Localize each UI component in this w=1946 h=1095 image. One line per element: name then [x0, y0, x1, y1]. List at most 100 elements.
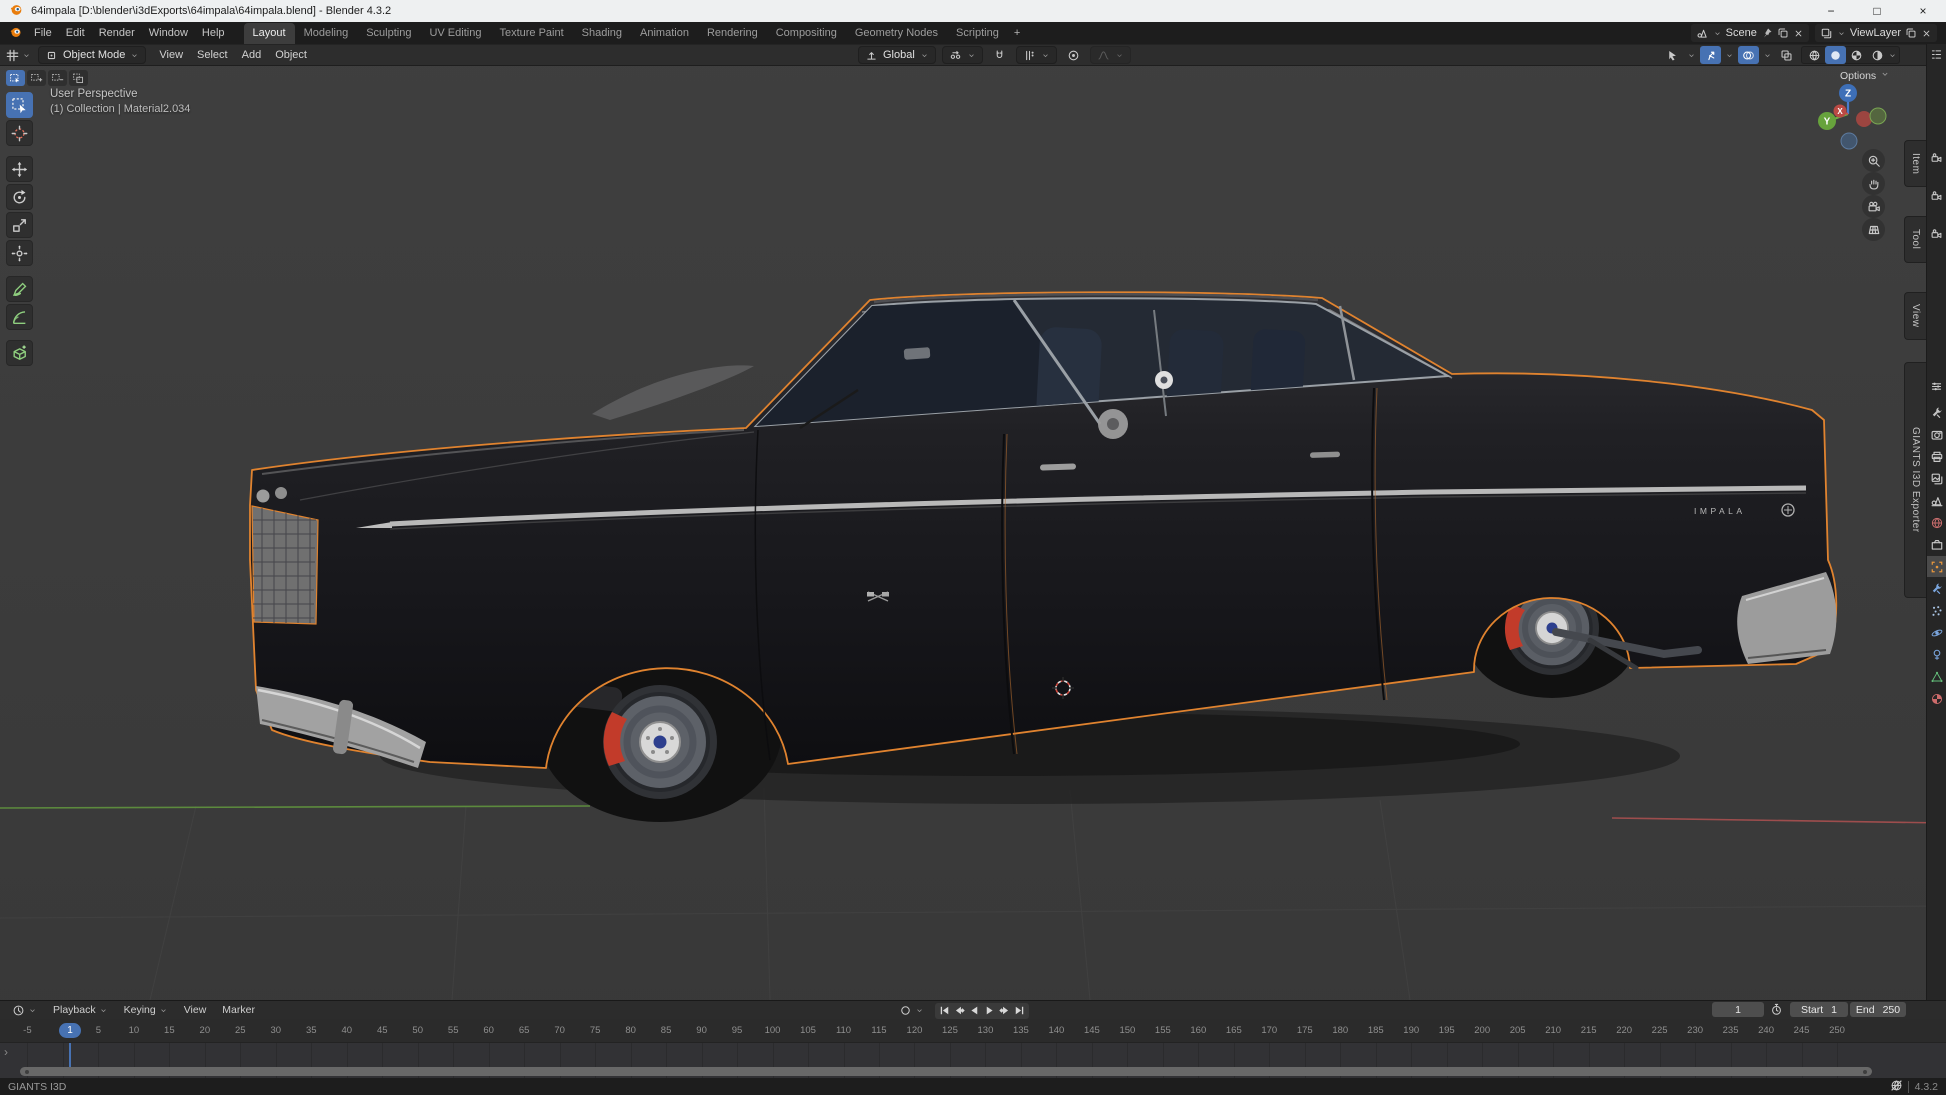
- current-frame-field[interactable]: 1: [1712, 1002, 1764, 1017]
- properties-tab-object-data[interactable]: [1930, 670, 1944, 687]
- maximize-button[interactable]: □: [1854, 0, 1900, 22]
- workspace-tab-shading[interactable]: Shading: [573, 23, 631, 44]
- nav-pan-button[interactable]: [1862, 172, 1885, 195]
- show-gizmo-toggle[interactable]: [1700, 46, 1721, 64]
- viewport-menu-select[interactable]: Select: [191, 47, 234, 63]
- shading-rendered-button[interactable]: [1867, 46, 1888, 64]
- transport-play-reverse[interactable]: [967, 1004, 982, 1018]
- timeline-ruler[interactable]: -551015202530354045505560657075808590951…: [0, 1019, 1946, 1043]
- tool-add-cube[interactable]: [6, 340, 33, 366]
- sidebar-tab-tool[interactable]: Tool: [1904, 216, 1926, 263]
- editor-type-button[interactable]: [5, 48, 31, 63]
- select-mode-intersect[interactable]: [69, 70, 88, 86]
- properties-editor-icon[interactable]: [1930, 380, 1943, 396]
- gizmo-neg-y-axis[interactable]: [1870, 108, 1886, 124]
- gizmo-neg-z-axis[interactable]: [1841, 133, 1857, 149]
- properties-tab-tool[interactable]: [1930, 406, 1944, 423]
- properties-tab-particles[interactable]: [1930, 604, 1944, 621]
- nav-zoom-button[interactable]: [1862, 149, 1885, 172]
- proportional-falloff-selector[interactable]: [1090, 46, 1131, 64]
- nav-grid-button[interactable]: [1862, 218, 1885, 241]
- minimize-button[interactable]: −: [1808, 0, 1854, 22]
- transport-jump-to-end[interactable]: [1012, 1004, 1027, 1018]
- transport-next-keyframe[interactable]: [997, 1004, 1012, 1018]
- outliner-item-camera[interactable]: [1930, 190, 1943, 206]
- frame-end-field[interactable]: End 250: [1850, 1002, 1906, 1017]
- transport-jump-to-start[interactable]: [937, 1004, 952, 1018]
- transport-play[interactable]: [982, 1004, 997, 1018]
- properties-tab-constraints[interactable]: [1930, 648, 1944, 665]
- workspace-tab-layout[interactable]: Layout: [244, 23, 295, 44]
- timeline-menu-playback[interactable]: Playback: [46, 1002, 115, 1018]
- auto-keying-button[interactable]: [892, 1002, 931, 1019]
- menu-file[interactable]: File: [27, 24, 59, 42]
- workspace-tab-animation[interactable]: Animation: [631, 23, 698, 44]
- outliner-editor-icon[interactable]: [1930, 48, 1943, 64]
- shading-wireframe-button[interactable]: [1804, 46, 1825, 64]
- menu-window[interactable]: Window: [142, 24, 195, 42]
- tool-move[interactable]: [6, 156, 33, 182]
- properties-tab-view-layer[interactable]: [1930, 472, 1944, 489]
- properties-tab-material[interactable]: [1930, 692, 1944, 709]
- snap-to-selector[interactable]: [1016, 46, 1057, 64]
- select-mode-set[interactable]: [6, 70, 25, 86]
- proportional-editing-toggle[interactable]: [1063, 46, 1084, 64]
- menu-edit[interactable]: Edit: [59, 24, 92, 42]
- viewport-menu-view[interactable]: View: [153, 47, 189, 63]
- timeline-menu-marker[interactable]: Marker: [215, 1002, 262, 1018]
- shading-solid-button[interactable]: [1825, 46, 1846, 64]
- outliner-item-camera[interactable]: [1930, 152, 1943, 168]
- outliner-item-camera[interactable]: [1930, 228, 1943, 244]
- tool-annotate[interactable]: [6, 276, 33, 302]
- add-workspace-button[interactable]: +: [1008, 23, 1026, 44]
- mode-selector[interactable]: Object Mode: [38, 46, 146, 64]
- timeline-menu-view[interactable]: View: [177, 1002, 214, 1018]
- workspace-tab-compositing[interactable]: Compositing: [767, 23, 846, 44]
- transport-previous-keyframe[interactable]: [952, 1004, 967, 1018]
- menu-render[interactable]: Render: [92, 24, 142, 42]
- tool-select-box[interactable]: [6, 92, 33, 118]
- workspace-tab-rendering[interactable]: Rendering: [698, 23, 767, 44]
- frame-start-field[interactable]: Start 1: [1790, 1002, 1848, 1017]
- current-frame-indicator[interactable]: 1: [59, 1023, 81, 1038]
- workspace-tab-texture-paint[interactable]: Texture Paint: [490, 23, 572, 44]
- workspace-tab-modeling[interactable]: Modeling: [295, 23, 358, 44]
- timeline-editor-type-button[interactable]: [5, 1002, 44, 1019]
- toggle-xray-button[interactable]: [1776, 46, 1797, 64]
- select-mode-extend[interactable]: [27, 70, 46, 86]
- shading-material-preview-button[interactable]: [1846, 46, 1867, 64]
- pivot-point-selector[interactable]: [942, 46, 983, 64]
- transform-orientation-selector[interactable]: Global: [858, 46, 936, 64]
- tool-measure[interactable]: [6, 304, 33, 330]
- sidebar-tab-item[interactable]: Item: [1904, 140, 1926, 187]
- properties-tab-collection[interactable]: [1930, 538, 1944, 555]
- properties-tab-world[interactable]: [1930, 516, 1944, 533]
- nav-camera-button[interactable]: [1862, 195, 1885, 218]
- gizmo-neg-x-axis[interactable]: [1856, 111, 1872, 127]
- workspace-tab-scripting[interactable]: Scripting: [947, 23, 1008, 44]
- tool-scale[interactable]: [6, 212, 33, 238]
- workspace-tab-geometry-nodes[interactable]: Geometry Nodes: [846, 23, 947, 44]
- timeline-menu-keying[interactable]: Keying: [117, 1002, 175, 1018]
- viewport-menu-add[interactable]: Add: [236, 47, 268, 63]
- properties-tab-physics[interactable]: [1930, 626, 1944, 643]
- show-overlays-toggle[interactable]: [1738, 46, 1759, 64]
- close-button[interactable]: ×: [1900, 0, 1946, 22]
- use-preview-range-button[interactable]: [1770, 1003, 1783, 1019]
- blender-menu-icon[interactable]: [9, 25, 23, 42]
- tool-rotate[interactable]: [6, 184, 33, 210]
- navigation-gizmo[interactable]: Z Y X: [1814, 80, 1890, 156]
- properties-tab-output[interactable]: [1930, 450, 1944, 467]
- viewport-menu-object[interactable]: Object: [269, 47, 313, 63]
- properties-tab-render[interactable]: [1930, 428, 1944, 445]
- offline-icon[interactable]: [1890, 1079, 1903, 1095]
- view-layer-selector[interactable]: ViewLayer: [1815, 24, 1937, 42]
- sidebar-tab-giants-i3d-exporter[interactable]: GIANTS I3D Exporter: [1904, 362, 1926, 598]
- workspace-tab-uv-editing[interactable]: UV Editing: [420, 23, 490, 44]
- sidebar-tab-view[interactable]: View: [1904, 292, 1926, 340]
- scene-selector[interactable]: Scene: [1691, 24, 1809, 42]
- timeline-scrollbar[interactable]: [20, 1067, 1872, 1076]
- tool-transform[interactable]: [6, 240, 33, 266]
- object-type-visibility-button[interactable]: [1662, 46, 1683, 64]
- properties-tab-object[interactable]: [1930, 560, 1944, 577]
